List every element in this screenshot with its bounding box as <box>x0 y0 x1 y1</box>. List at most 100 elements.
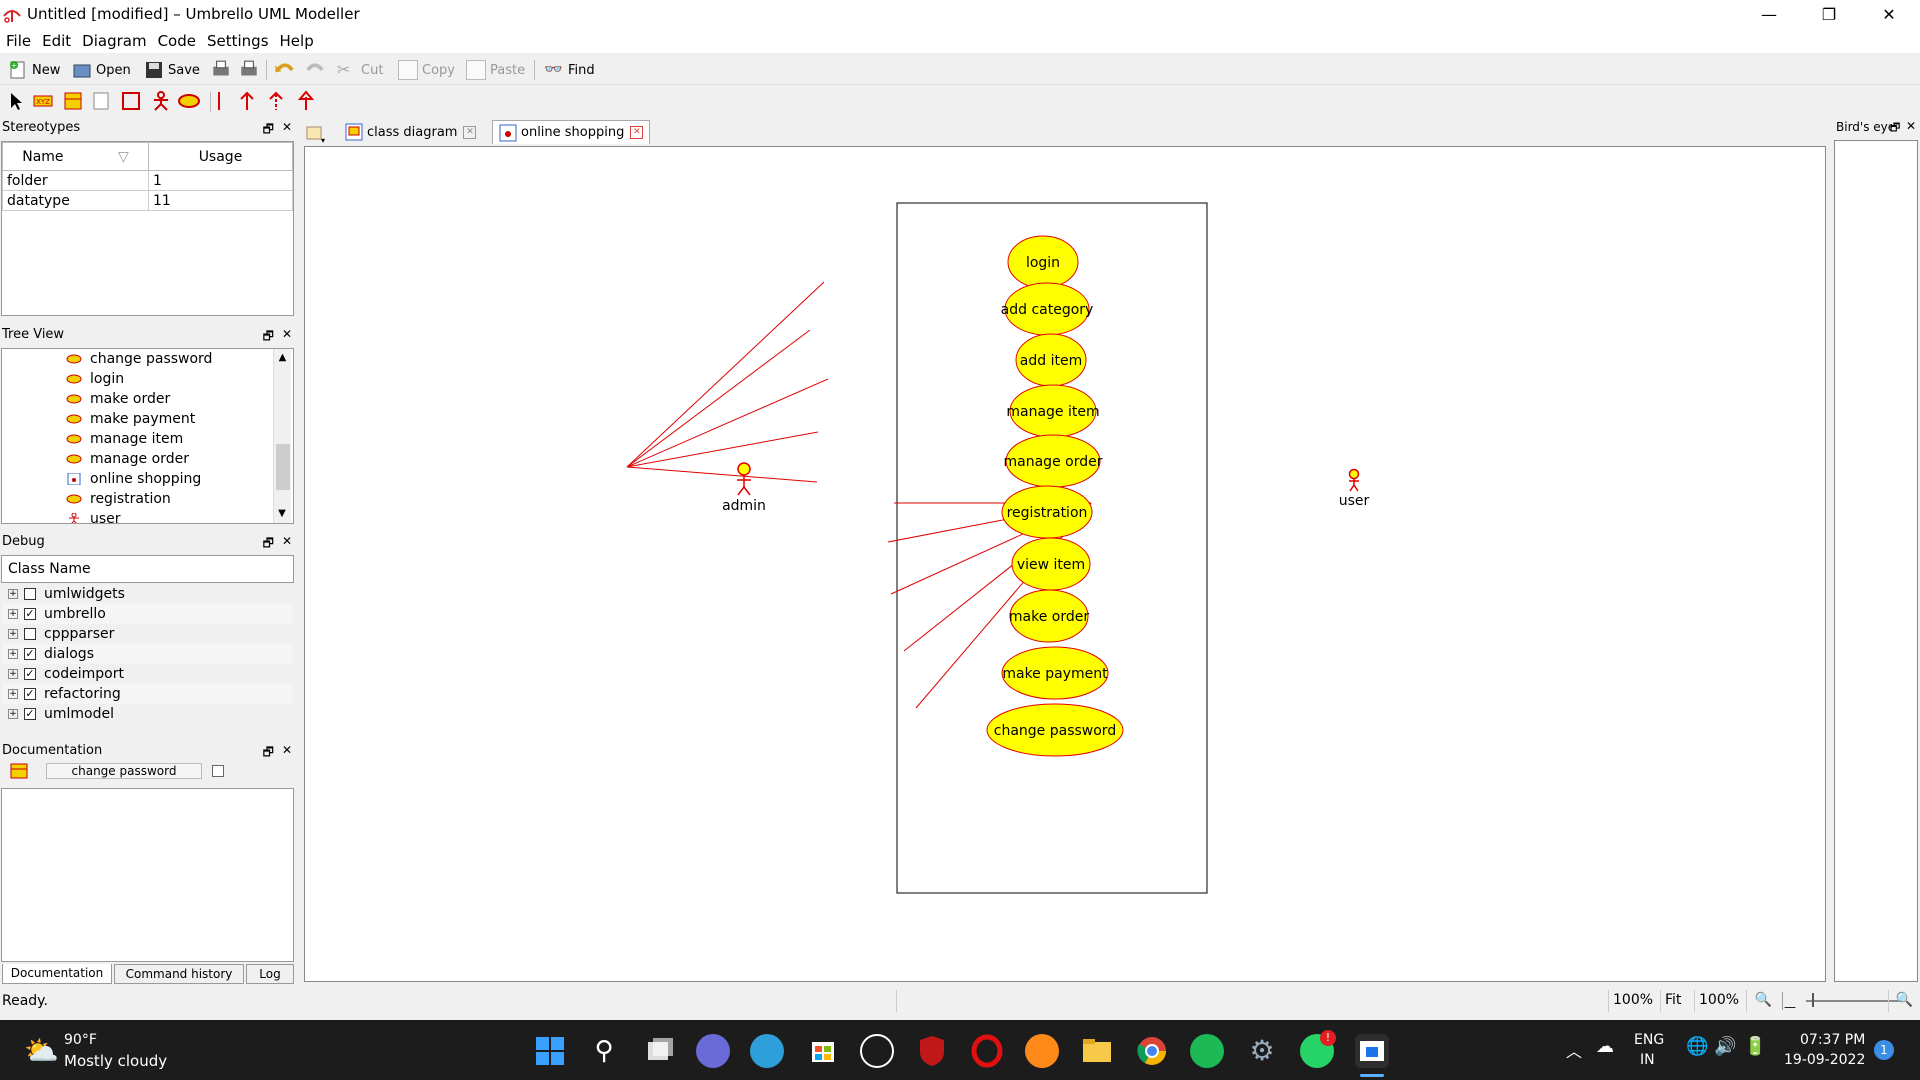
association-line[interactable] <box>626 281 825 468</box>
close-icon[interactable]: ✕ <box>282 534 292 555</box>
usecase-make-payment[interactable]: make payment <box>1001 646 1109 700</box>
object-icon[interactable]: XYZ <box>32 90 54 112</box>
debug-row[interactable]: + ✓ umbrello <box>2 604 292 624</box>
weather-desc[interactable]: Mostly cloudy <box>64 1052 167 1070</box>
association-icon[interactable] <box>208 90 230 112</box>
debug-row[interactable]: + umlwidgets <box>2 584 292 604</box>
usecase-add-category[interactable]: add category <box>1001 282 1094 336</box>
expand-icon[interactable]: + <box>8 669 18 679</box>
paste-button[interactable]: Paste <box>466 58 525 82</box>
expand-icon[interactable]: + <box>8 709 18 719</box>
tree-item[interactable]: user <box>66 509 121 523</box>
language-indicator[interactable]: ENG <box>1634 1032 1664 1048</box>
save-button[interactable]: Save <box>144 58 200 82</box>
expand-icon[interactable]: + <box>8 649 18 659</box>
table-row[interactable]: datatype 11 <box>2 190 293 211</box>
generalization-icon[interactable] <box>295 90 317 112</box>
column-header-class-name[interactable]: Class Name <box>1 555 294 583</box>
close-icon[interactable]: ✕ <box>282 327 292 348</box>
redo-icon[interactable] <box>303 58 327 82</box>
volume-icon[interactable]: 🔊 <box>1714 1036 1736 1057</box>
search-icon[interactable]: ⚲ <box>587 1034 621 1068</box>
edge-icon[interactable] <box>750 1034 784 1068</box>
zoom-minus-icon[interactable]: — <box>1784 1000 1796 1014</box>
tab-close-icon[interactable]: ✕ <box>630 126 644 139</box>
print-preview-icon[interactable] <box>238 58 260 82</box>
menu-file[interactable]: File <box>0 29 36 53</box>
debug-row[interactable]: + ✓ codeimport <box>2 664 292 684</box>
usecase-change-password[interactable]: change password <box>986 703 1124 757</box>
documentation-name-field[interactable]: change password <box>46 763 202 779</box>
umbrello-task-icon[interactable] <box>1355 1034 1389 1068</box>
float-icon[interactable]: 🗗 <box>263 743 274 764</box>
usecase-add-item[interactable]: add item <box>1015 333 1087 387</box>
notification-count-badge[interactable]: 1 <box>1874 1040 1894 1060</box>
tree-item[interactable]: change password <box>66 349 212 369</box>
select-arrow-icon[interactable] <box>6 90 28 112</box>
debug-checkbox[interactable]: ✓ <box>24 668 36 680</box>
tab-command-history[interactable]: Command history <box>114 964 244 984</box>
tree-item[interactable]: manage item <box>66 429 183 449</box>
find-button[interactable]: 👓 Find <box>544 58 595 82</box>
task-view-icon[interactable] <box>643 1034 677 1068</box>
scroll-thumb[interactable] <box>276 444 290 490</box>
region-indicator[interactable]: IN <box>1640 1052 1655 1068</box>
association-line[interactable] <box>626 431 819 468</box>
directed-association-icon[interactable] <box>236 90 258 112</box>
opera-icon[interactable] <box>970 1034 1004 1068</box>
tree-item[interactable]: registration <box>66 489 171 509</box>
scroll-down-icon[interactable]: ▼ <box>274 505 290 523</box>
usecase-registration[interactable]: registration <box>1001 485 1093 539</box>
teams-chat-icon[interactable] <box>696 1034 730 1068</box>
table-row[interactable]: folder 1 <box>2 170 293 191</box>
menu-edit[interactable]: Edit <box>36 29 76 53</box>
association-line[interactable] <box>626 466 818 483</box>
float-icon[interactable]: 🗗 <box>1890 119 1900 138</box>
tree-scrollbar[interactable]: ▲ ▼ <box>273 349 291 523</box>
debug-row[interactable]: + cppparser <box>2 624 292 644</box>
column-header-name[interactable]: Name ▽ <box>2 142 149 171</box>
spotify-icon[interactable] <box>1190 1034 1224 1068</box>
new-tab-icon[interactable]: ▾ <box>304 122 326 145</box>
copy-button[interactable]: Copy <box>398 58 455 82</box>
actor-admin[interactable]: admin <box>722 462 766 514</box>
store-icon[interactable] <box>806 1034 840 1068</box>
settings-gear-icon[interactable]: ⚙ <box>1245 1034 1279 1068</box>
zoom-percent[interactable]: 100% <box>1694 990 1743 1012</box>
debug-checkbox[interactable]: ✓ <box>24 608 36 620</box>
usecase-view-item[interactable]: view item <box>1011 537 1091 591</box>
dell-icon[interactable] <box>860 1034 894 1068</box>
dependency-icon[interactable] <box>265 90 287 112</box>
chrome-icon[interactable] <box>1135 1034 1169 1068</box>
tab-log[interactable]: Log <box>246 964 294 984</box>
new-button[interactable]: + New <box>8 58 60 82</box>
usecase-manage-order[interactable]: manage order <box>1004 434 1103 488</box>
clock-time[interactable]: 07:37 PM <box>1800 1032 1865 1048</box>
chevron-up-icon[interactable]: ︿ <box>1566 1038 1582 1062</box>
tree-item[interactable]: make payment <box>66 409 195 429</box>
start-icon[interactable] <box>533 1034 567 1068</box>
fit-button[interactable]: Fit <box>1660 990 1685 1012</box>
debug-row[interactable]: + ✓ umlmodel <box>2 704 292 724</box>
debug-checkbox[interactable]: ✓ <box>24 648 36 660</box>
scroll-up-icon[interactable]: ▲ <box>274 349 291 367</box>
usecase-manage-item[interactable]: manage item <box>1006 384 1100 438</box>
tab-close-icon[interactable]: ✕ <box>463 125 477 139</box>
tree-item[interactable]: login <box>66 369 124 389</box>
box-icon[interactable] <box>120 90 142 112</box>
birds-eye-view[interactable] <box>1834 140 1918 982</box>
menu-diagram[interactable]: Diagram <box>76 29 151 53</box>
usecase-login[interactable]: login <box>1007 235 1079 289</box>
expand-icon[interactable]: + <box>8 589 18 599</box>
usecase-make-order[interactable]: make order <box>1009 589 1089 643</box>
float-icon[interactable]: 🗗 <box>263 327 274 348</box>
note-icon[interactable] <box>90 90 112 112</box>
tab-documentation[interactable]: Documentation <box>2 964 112 984</box>
expand-icon[interactable]: + <box>8 629 18 639</box>
debug-checkbox[interactable]: ✓ <box>24 688 36 700</box>
zoom-out-icon[interactable]: 🔍 <box>1746 990 1780 1012</box>
cut-button[interactable]: ✂ Cut <box>337 58 383 82</box>
float-icon[interactable]: 🗗 <box>263 534 274 555</box>
tab-online-shopping[interactable]: online shopping ✕ <box>492 120 651 144</box>
clock-date[interactable]: 19-09-2022 <box>1784 1052 1865 1068</box>
